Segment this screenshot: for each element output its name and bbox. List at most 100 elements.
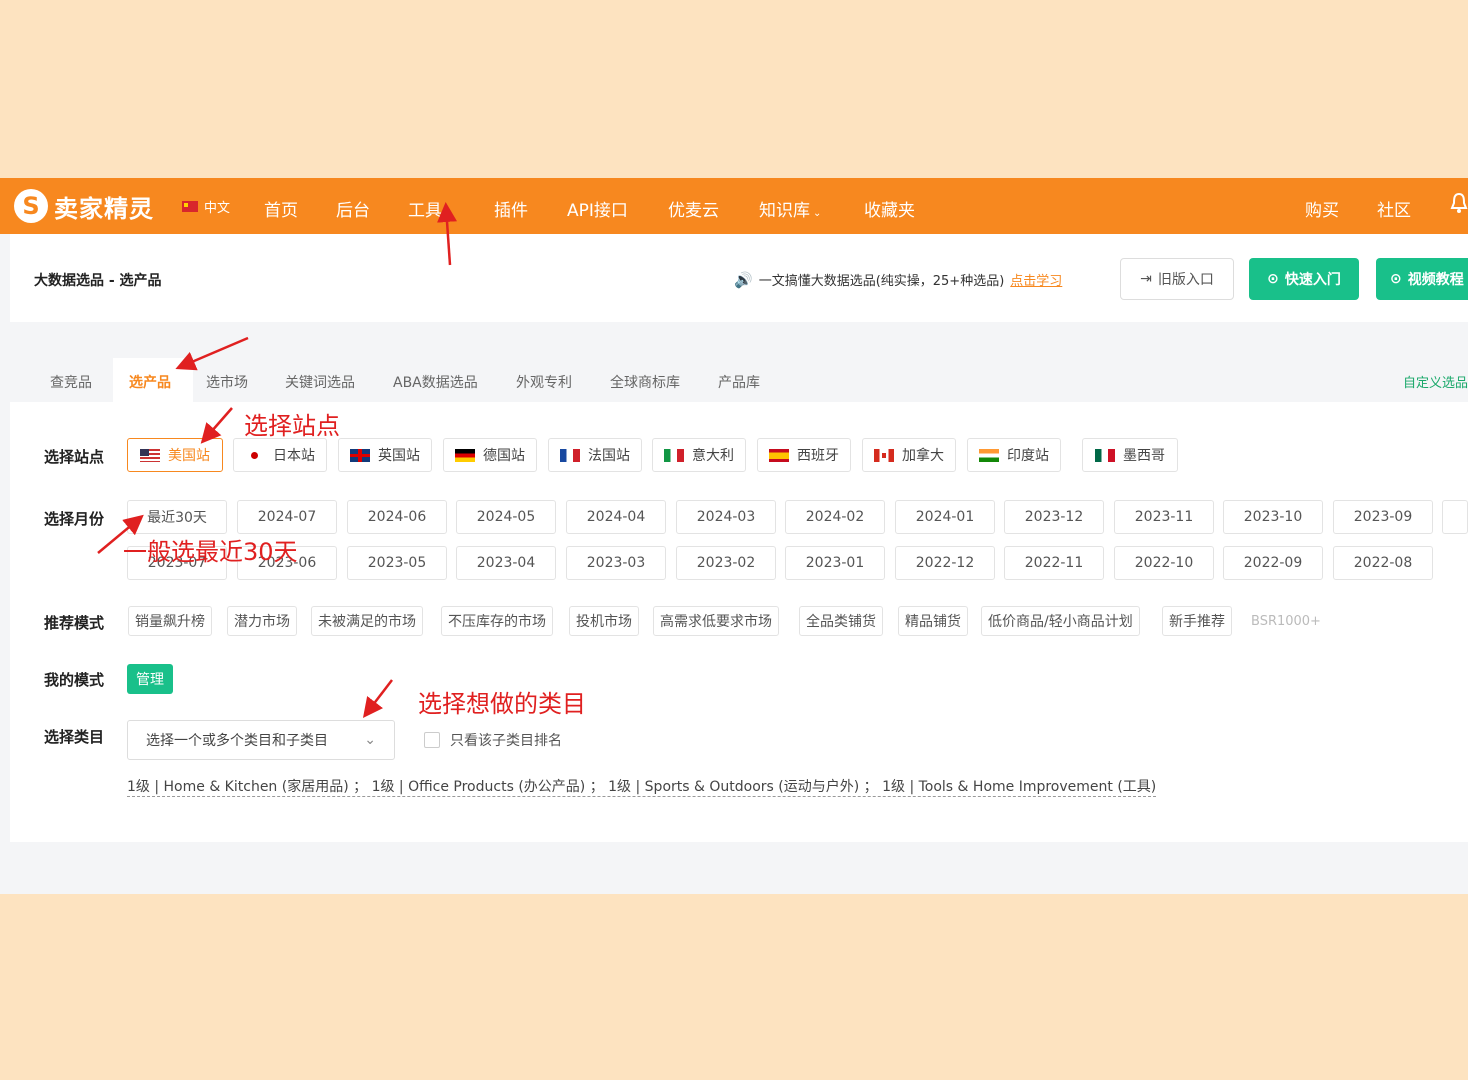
month-chip[interactable]: 2023-01	[785, 546, 885, 580]
tab-aba[interactable]: ABA数据选品	[393, 372, 478, 392]
quick-start-label: 快速入门	[1284, 272, 1341, 288]
month-chip[interactable]: 2023-02	[676, 546, 776, 580]
manage-button[interactable]: 管理	[127, 664, 173, 694]
nav-youmaiyun[interactable]: 优麦云	[668, 196, 719, 221]
page-header: 大数据选品 - 选产品 🔊 一文搞懂大数据选品(纯实操，25+种选品) 点击学习…	[10, 234, 1468, 322]
tab-competitor[interactable]: 查竞品	[50, 372, 92, 392]
only-subcategory-label: 只看该子类目排名	[450, 733, 562, 749]
recommend-chip[interactable]: 潜力市场	[227, 606, 297, 636]
nav-tools[interactable]: 工具 ⌄	[408, 196, 453, 221]
category-history[interactable]: 1级 | Home & Kitchen (家居用品) ； 1级 | Office…	[127, 776, 1157, 797]
category-select[interactable]: 选择一个或多个类目和子类目 ⌄	[127, 720, 395, 760]
site-chip-us[interactable]: 美国站	[127, 438, 223, 472]
site-chip-jp[interactable]: 日本站	[233, 438, 327, 472]
tab-market[interactable]: 选市场	[206, 372, 248, 392]
month-chip[interactable]: 2023-03	[566, 546, 666, 580]
category-placeholder: 选择一个或多个类目和子类目	[146, 733, 328, 749]
recommend-chip[interactable]: 投机市场	[569, 606, 639, 636]
site-chip-label: 美国站	[168, 448, 210, 464]
quick-start-button[interactable]: ⊙ 快速入门	[1249, 258, 1359, 300]
bell-icon[interactable]	[1450, 192, 1468, 214]
month-chip[interactable]: 2022-09	[1223, 546, 1323, 580]
site-chip-label: 法国站	[588, 448, 630, 464]
recommend-chip[interactable]: 低价商品/轻小商品计划	[981, 606, 1140, 636]
site-chip-it[interactable]: 意大利	[652, 438, 746, 472]
recommend-chip[interactable]: 销量飙升榜	[128, 606, 212, 636]
month-chip[interactable]: 2023-04	[456, 546, 556, 580]
recommend-chip[interactable]: 全品类铺货	[799, 606, 883, 636]
site-chip-label: 西班牙	[797, 448, 839, 464]
play-icon: ⊙	[1267, 271, 1279, 287]
month-chip[interactable]: 2023-11	[1114, 500, 1214, 534]
logo[interactable]: S 卖家精灵	[14, 178, 154, 234]
month-chip[interactable]: 2023-12	[1004, 500, 1104, 534]
recommend-chip[interactable]: 新手推荐	[1162, 606, 1232, 636]
tab-trademark[interactable]: 全球商标库	[610, 372, 680, 392]
site-chip-es[interactable]: 西班牙	[757, 438, 851, 472]
month-chip[interactable]: 2024-06	[347, 500, 447, 534]
site-chip-label: 日本站	[273, 448, 315, 464]
tab-select-product[interactable]: 选产品	[113, 358, 193, 402]
tab-product-library[interactable]: 产品库	[718, 372, 760, 392]
annotation-month: 一般选最近30天	[123, 538, 298, 566]
only-subcategory-checkbox[interactable]	[424, 732, 440, 748]
month-chip[interactable]: 2024-02	[785, 500, 885, 534]
nav-community[interactable]: 社区	[1377, 196, 1411, 221]
recommend-chip[interactable]: 精品铺货	[898, 606, 968, 636]
recommend-chip[interactable]: 不压库存的市场	[441, 606, 553, 636]
site-chip-ca[interactable]: 加拿大	[862, 438, 956, 472]
month-chip[interactable]: 2024-03	[676, 500, 776, 534]
chevron-down-icon: ⌄	[364, 732, 376, 748]
nav-plugin[interactable]: 插件	[494, 196, 528, 221]
video-tutorial-button[interactable]: ⊙ 视频教程	[1376, 258, 1468, 300]
nav-api[interactable]: API接口	[567, 196, 628, 221]
custom-select-link[interactable]: 自定义选品	[1403, 372, 1468, 391]
month-chip[interactable]: 2024-04	[566, 500, 666, 534]
nav-knowledge-label: 知识库	[759, 201, 810, 221]
nav-buy[interactable]: 购买	[1305, 196, 1339, 221]
recommend-chip[interactable]: 高需求低要求市场	[653, 606, 779, 636]
recommend-chip[interactable]: BSR1000+	[1245, 606, 1327, 636]
nav-backend[interactable]: 后台	[336, 196, 370, 221]
category-label: 选择类目	[44, 728, 105, 746]
month-chip[interactable]: 2024-01	[895, 500, 995, 534]
site-chip-uk[interactable]: 英国站	[338, 438, 432, 472]
month-chip[interactable]: 最近30天	[127, 500, 227, 534]
my-mode-label: 我的模式	[44, 671, 105, 689]
logo-icon: S	[14, 189, 48, 223]
annotation-category: 选择想做的类目	[418, 690, 586, 718]
chevron-down-icon: ⌄	[813, 208, 822, 219]
language-switch[interactable]: 中文	[182, 197, 230, 216]
site-chip-de[interactable]: 德国站	[443, 438, 537, 472]
nav-home[interactable]: 首页	[264, 196, 298, 221]
month-chip[interactable]: 2022-10	[1114, 546, 1214, 580]
site-chip-in[interactable]: 印度站	[967, 438, 1061, 472]
month-chip[interactable]: 2023-09	[1333, 500, 1433, 534]
month-chip-partial[interactable]	[1442, 500, 1468, 534]
tab-keyword[interactable]: 关键词选品	[285, 372, 355, 392]
month-chip[interactable]: 2022-11	[1004, 546, 1104, 580]
old-version-label: 旧版入口	[1157, 272, 1214, 288]
site-chip-fr[interactable]: 法国站	[548, 438, 642, 472]
month-chip[interactable]: 2024-05	[456, 500, 556, 534]
nav-favorites[interactable]: 收藏夹	[864, 196, 915, 221]
site-chip-label: 德国站	[483, 448, 525, 464]
month-chip[interactable]: 2024-07	[237, 500, 337, 534]
site-chip-label: 印度站	[1007, 448, 1049, 464]
site-chip-mx[interactable]: 墨西哥	[1082, 438, 1178, 472]
app-screenshot: S 卖家精灵 中文 首页 后台 工具 ⌄ 插件 API接口 优麦云 知识库 ⌄ 收藏…	[0, 178, 1468, 894]
site-chip-label: 墨西哥	[1123, 448, 1165, 464]
speaker-icon: 🔊	[734, 270, 753, 289]
recommend-chip[interactable]: 未被满足的市场	[311, 606, 423, 636]
month-chip[interactable]: 2023-10	[1223, 500, 1323, 534]
month-chip[interactable]: 2022-12	[895, 546, 995, 580]
nav-knowledge[interactable]: 知识库 ⌄	[759, 196, 821, 221]
notice-link[interactable]: 点击学习	[1010, 270, 1062, 289]
chevron-down-icon: ⌄	[445, 208, 454, 219]
tab-patent[interactable]: 外观专利	[516, 372, 572, 392]
month-chip[interactable]: 2023-05	[347, 546, 447, 580]
old-version-button[interactable]: ⇥ 旧版入口	[1120, 258, 1234, 300]
play-icon: ⊙	[1390, 271, 1402, 287]
month-chip[interactable]: 2022-08	[1333, 546, 1433, 580]
france-flag-icon	[560, 448, 580, 462]
